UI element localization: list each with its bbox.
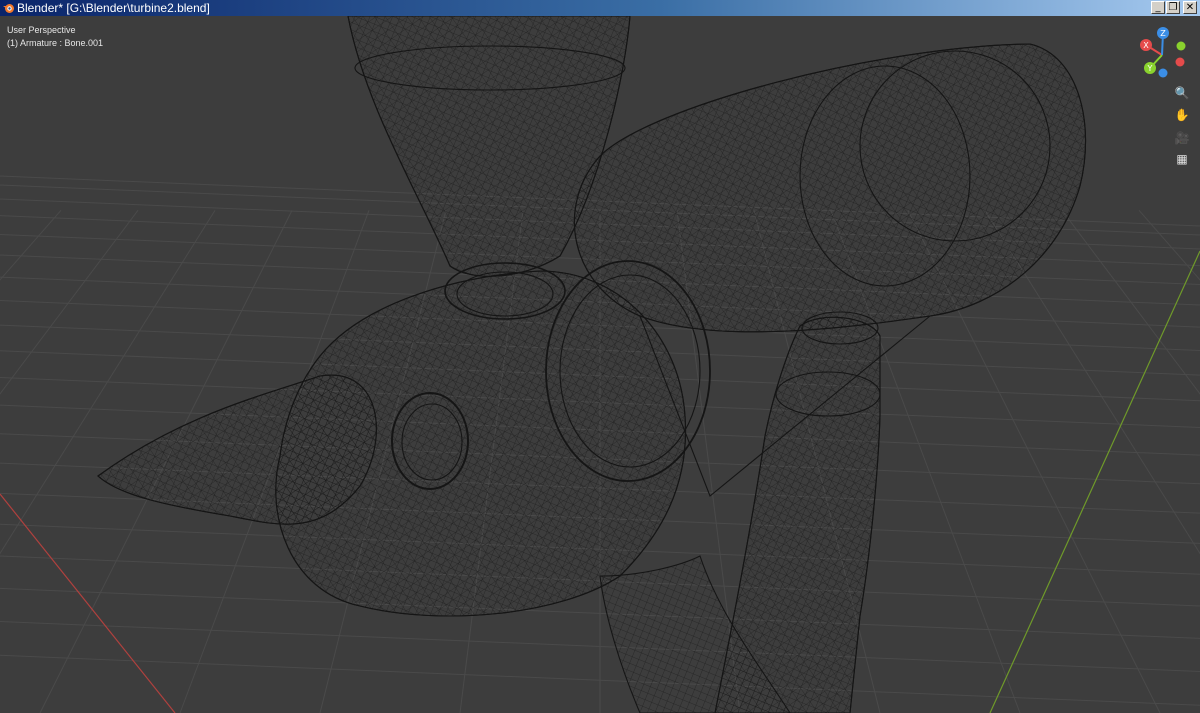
- grid-line: [0, 210, 62, 281]
- grid-icon[interactable]: ▦: [1172, 150, 1192, 168]
- y-axis-label: Y: [1147, 64, 1153, 73]
- view-name-label: User Perspective: [7, 25, 76, 35]
- zoom-icon[interactable]: 🔍: [1172, 84, 1192, 102]
- grid-line: [0, 210, 139, 395]
- minimize-button[interactable]: _: [1151, 1, 1165, 14]
- navigation-gizmo[interactable]: X Z Y: [1134, 25, 1198, 89]
- camera-icon[interactable]: 🎥: [1172, 129, 1192, 147]
- z-axis-label: Z: [1160, 29, 1166, 38]
- maximize-button[interactable]: ❐: [1166, 1, 1180, 14]
- window-title: Blender* [G:\Blender\turbine2.blend]: [17, 1, 210, 15]
- negative-z-axis-handle[interactable]: [1158, 68, 1168, 78]
- x-axis-line: [0, 493, 176, 713]
- blender-logo-icon: [3, 4, 14, 13]
- viewport-scene[interactable]: [0, 16, 1200, 713]
- 3d-viewport[interactable]: User Perspective (1) Armature : Bone.001…: [0, 16, 1200, 713]
- hand-icon[interactable]: ✋: [1172, 106, 1192, 124]
- x-axis-label: X: [1143, 41, 1149, 50]
- negative-x-axis-handle[interactable]: [1175, 57, 1185, 67]
- active-object-label: (1) Armature : Bone.001: [7, 38, 104, 48]
- blender-window: Blender* [G:\Blender\turbine2.blend] _ ❐…: [0, 0, 1200, 713]
- title-bar[interactable]: Blender* [G:\Blender\turbine2.blend] _ ❐…: [0, 0, 1200, 16]
- close-button[interactable]: ✕: [1183, 1, 1197, 14]
- negative-y-axis-handle[interactable]: [1176, 41, 1186, 51]
- grid-line: [984, 210, 1200, 555]
- viewport-info: User Perspective (1) Armature : Bone.001: [7, 24, 103, 50]
